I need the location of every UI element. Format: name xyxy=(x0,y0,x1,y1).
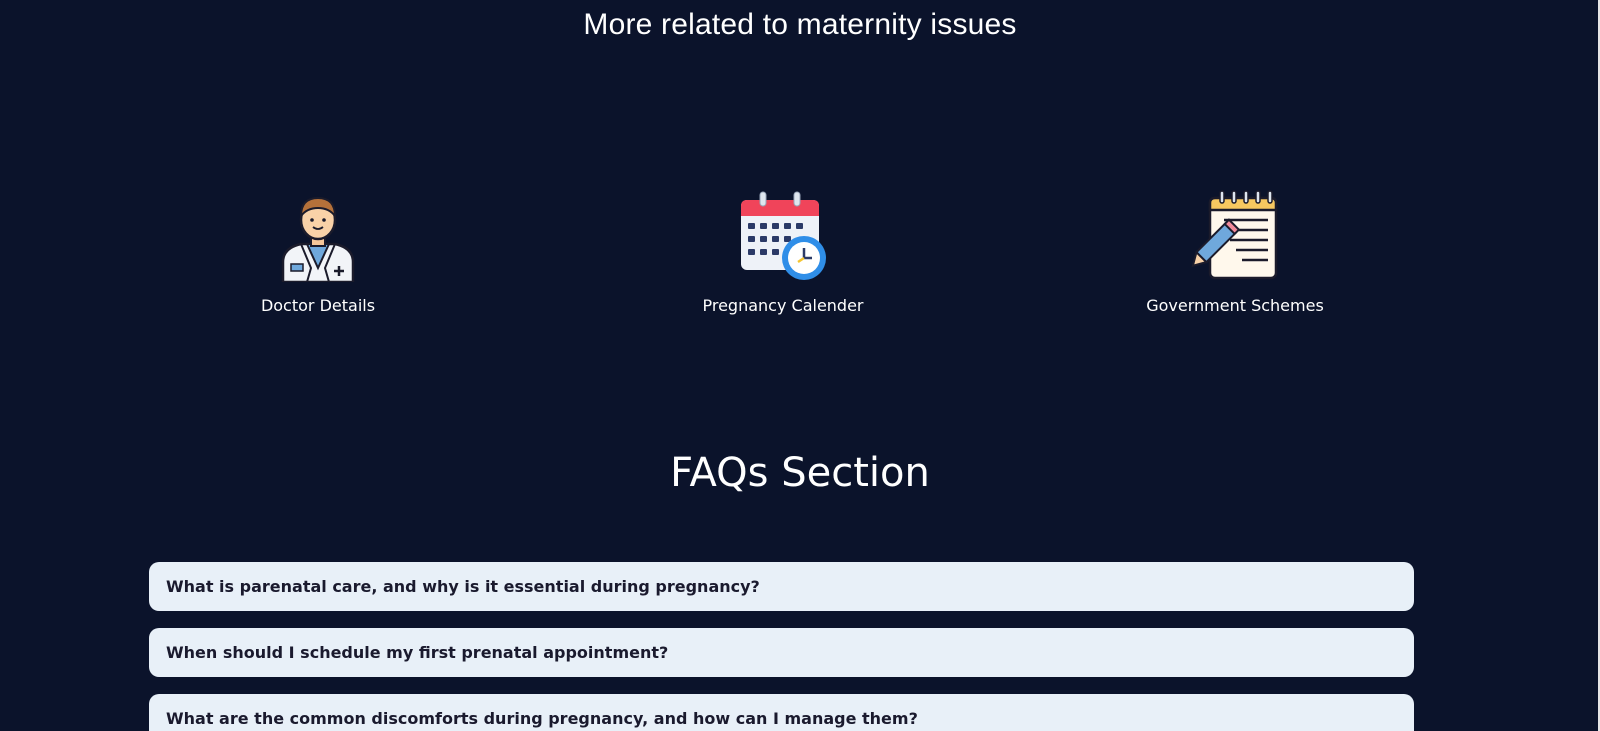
faq-item[interactable]: What are the common discomforts during p… xyxy=(149,694,1414,731)
faq-list: What is parenatal care, and why is it es… xyxy=(149,562,1414,731)
faq-item[interactable]: When should I schedule my first prenatal… xyxy=(149,628,1414,677)
faq-item[interactable]: What is parenatal care, and why is it es… xyxy=(149,562,1414,611)
faq-question: When should I schedule my first prenatal… xyxy=(166,643,669,662)
page: More related to maternity issues Doctor … xyxy=(0,0,1600,731)
notepad-pencil-icon xyxy=(1191,190,1278,280)
faq-question: What are the common discomforts during p… xyxy=(166,709,918,728)
related-section-title: More related to maternity issues xyxy=(583,8,1017,41)
pregnancy-calender-card[interactable]: Pregnancy Calender xyxy=(673,190,893,315)
card-label: Doctor Details xyxy=(260,296,376,315)
government-schemes-card[interactable]: Government Schemes xyxy=(1125,190,1345,315)
related-cards: Doctor Details Pregnancy Calender Govern… xyxy=(0,190,1600,330)
faq-section-title: FAQs Section xyxy=(670,450,930,496)
calendar-clock-icon xyxy=(741,191,826,280)
doctor-details-card[interactable]: Doctor Details xyxy=(208,190,428,315)
doctor-icon xyxy=(281,196,355,282)
card-label: Government Schemes xyxy=(1146,296,1324,315)
card-label: Pregnancy Calender xyxy=(702,296,864,315)
faq-question: What is parenatal care, and why is it es… xyxy=(166,577,760,596)
